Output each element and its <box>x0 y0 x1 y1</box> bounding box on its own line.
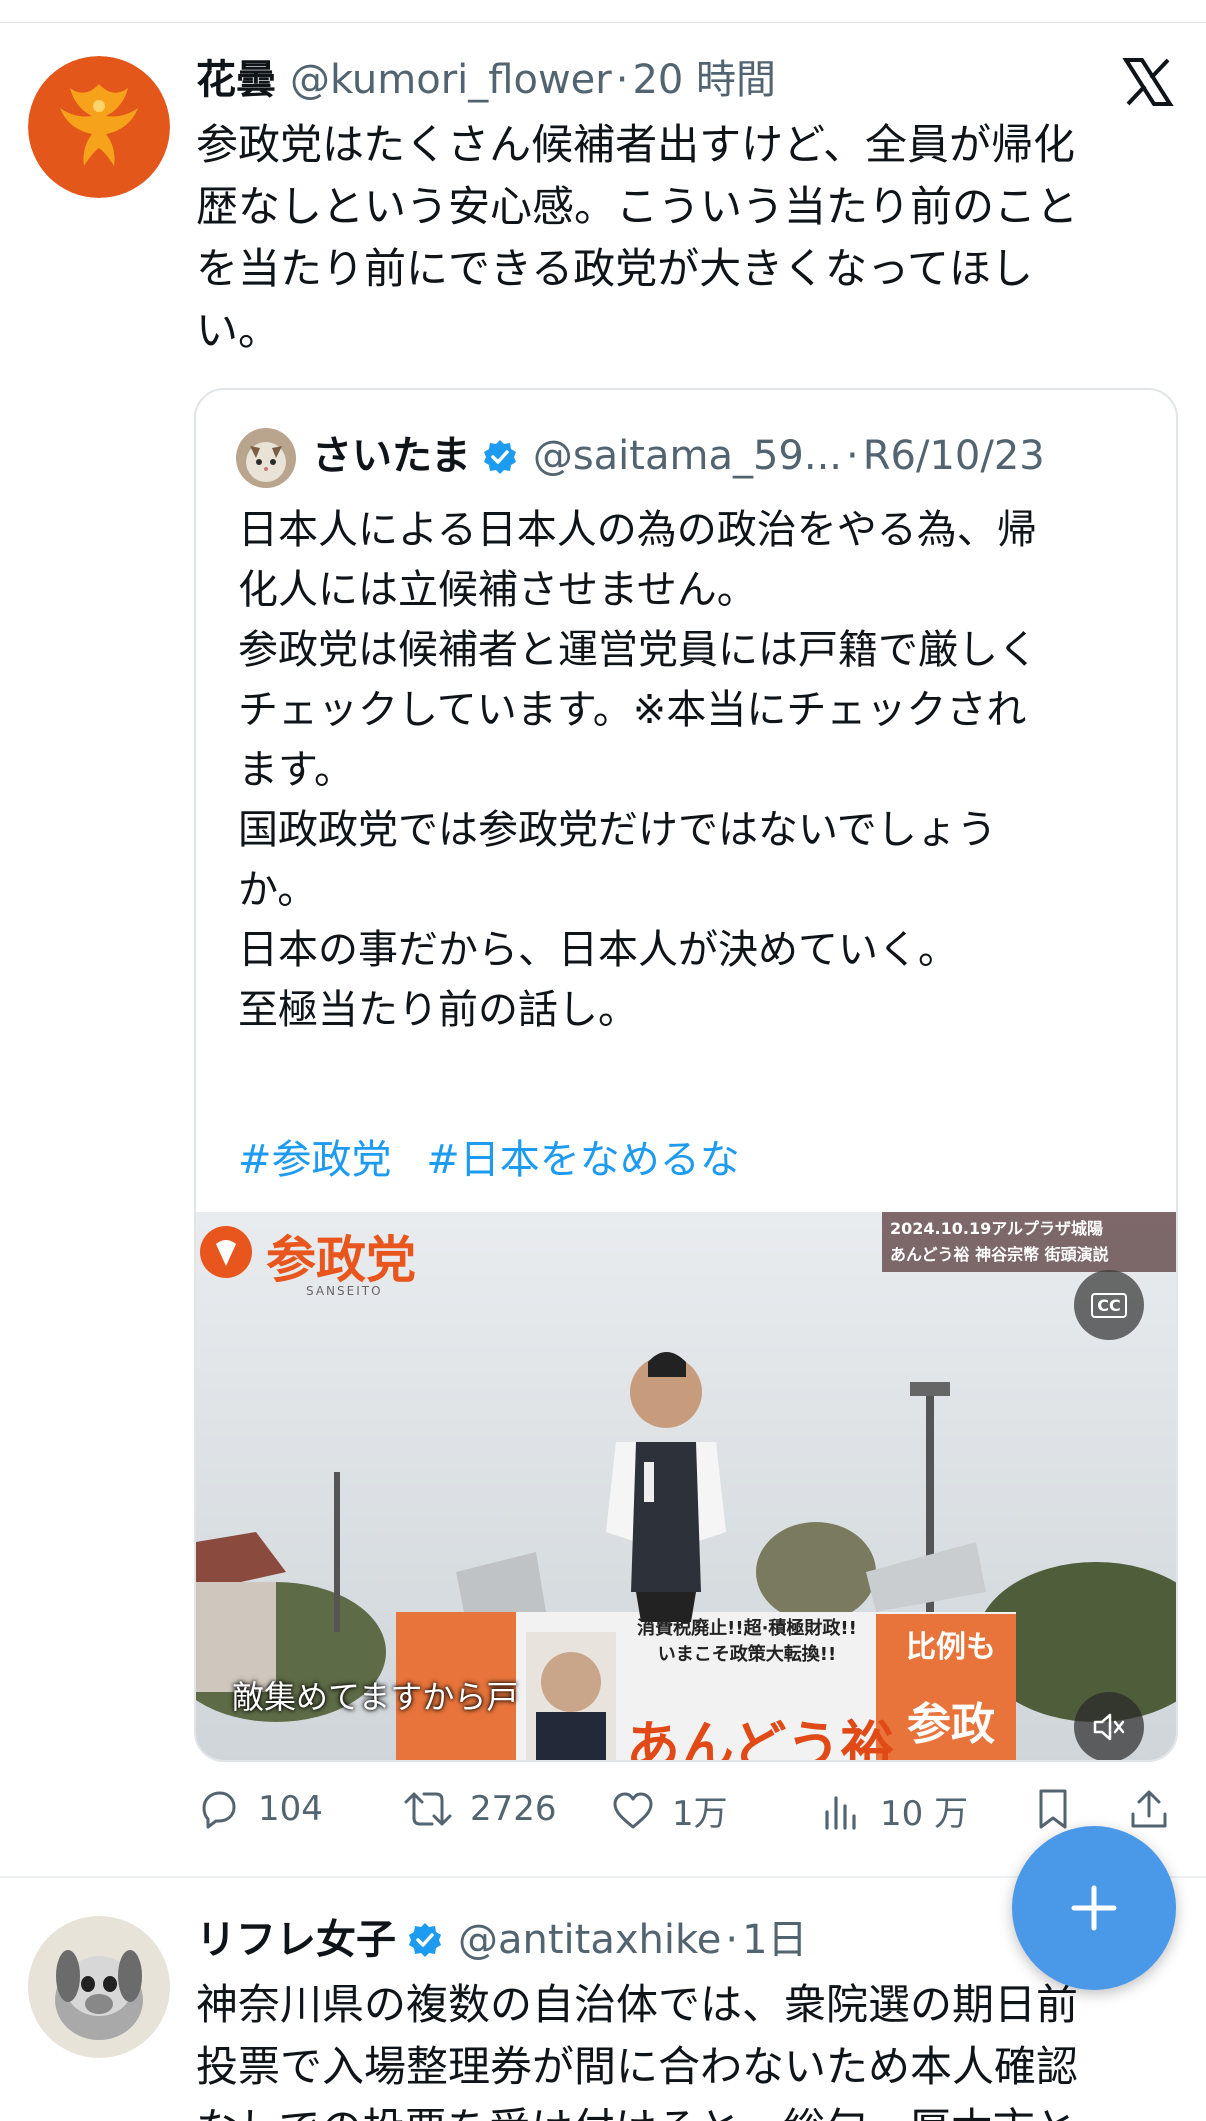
reply-count: 104 <box>258 1789 323 1829</box>
tweet-text: 参政党はたくさん候補者出すけど、全員が帰化 歴なしという安心感。こういう当たり前… <box>196 120 1079 355</box>
banner-line: 消費税廃止!!超·積極財政!! <box>637 1618 857 1639</box>
cc-label: CC <box>1091 1292 1127 1318</box>
hashtag-link[interactable]: #日本をなめるな <box>426 1137 740 1183</box>
tweet-text: 神奈川県の複数の自治体では、衆院選の期日前 投票で入場整理券が間に合わないため本… <box>196 1980 1079 2121</box>
views-button[interactable]: 10 万 <box>818 1786 968 1835</box>
banner-right-line: 比例も <box>906 1630 996 1665</box>
video-player[interactable]: 参政党 SANSEITO 2024.10.19アルプラザ城陽 あんどう裕 神谷宗… <box>196 1212 1176 1762</box>
share-icon <box>1131 1790 1167 1828</box>
hashtag-link[interactable]: #参政党 <box>238 1137 392 1183</box>
video-subtitle: 敵集めてますから戸 <box>232 1678 519 1716</box>
party-logo: 参政党 <box>266 1230 416 1289</box>
reply-button[interactable]: 104 <box>196 1786 323 1832</box>
banner-line: いまこそ政策大転換!! <box>657 1644 837 1665</box>
quote-user-handle[interactable]: @saitama_59... <box>533 430 842 482</box>
user-handle[interactable]: @antitaxhike <box>458 1916 721 1964</box>
compose-post-button[interactable] <box>1012 1826 1176 1990</box>
campaign-banner-text: 消費税廃止!!超·積極財政!! いまこそ政策大転換!! <box>622 1616 872 1668</box>
party-logo-subtext: SANSEITO <box>306 1284 383 1298</box>
bookmark-icon <box>1039 1789 1067 1829</box>
display-name[interactable]: 花曇 <box>196 56 276 104</box>
banner-right: 比例も 参政党 <box>896 1622 1006 1760</box>
user-handle[interactable]: @kumori_flower <box>290 56 612 104</box>
retweet-button[interactable]: 2726 <box>402 1786 557 1832</box>
verified-badge-icon <box>481 437 519 475</box>
quote-avatar[interactable] <box>236 428 296 488</box>
separator-dot: · <box>846 433 859 479</box>
banner-right-line: 参政党 <box>907 1699 995 1750</box>
tweet-action-bar: 104 2726 1万 10 万 <box>196 1786 1176 1846</box>
plus-icon <box>1071 1885 1117 1931</box>
avatar[interactable] <box>28 56 170 198</box>
tweet-card[interactable]: 花曇 @kumori_flower · 20 時間 参政党はたくさん候補者出すけ… <box>0 0 1206 1876</box>
quote-timestamp[interactable]: R6/10/23 <box>863 430 1045 482</box>
party-emblem-icon <box>200 1226 252 1278</box>
like-count: 1万 <box>672 1794 728 1834</box>
verified-badge-icon <box>406 1921 444 1959</box>
robot-dog-avatar-image <box>28 1916 170 2058</box>
share-button[interactable] <box>1126 1786 1188 1832</box>
retweet-count: 2726 <box>470 1789 557 1829</box>
retweet-icon <box>404 1792 452 1826</box>
timestamp[interactable]: 20 時間 <box>632 56 776 104</box>
hashtag-list: #参政党 #日本をなめるな <box>238 1130 762 1190</box>
speaker-muted-icon <box>1093 1713 1125 1741</box>
reply-icon <box>202 1791 236 1829</box>
phoenix-avatar-image <box>28 56 170 198</box>
view-count: 10 万 <box>880 1794 969 1834</box>
x-logo-icon[interactable] <box>1122 56 1174 108</box>
heart-icon <box>613 1792 653 1828</box>
avatar[interactable] <box>28 1916 170 2058</box>
quoted-tweet[interactable]: さいたま @saitama_59... · R6/10/23 日本人による日本人… <box>194 388 1178 1762</box>
overlay-line: あんどう裕 神谷宗幣 街頭演説 <box>890 1245 1109 1264</box>
analytics-icon <box>825 1795 856 1830</box>
separator-dot: · <box>725 1917 739 1963</box>
quote-display-name[interactable]: さいたま <box>312 430 471 482</box>
closed-captions-button[interactable]: CC <box>1074 1270 1144 1340</box>
bookmark-button[interactable] <box>1030 1786 1092 1832</box>
banner-candidate-name: あんどう裕 <box>626 1715 895 1762</box>
like-button[interactable]: 1万 <box>610 1786 728 1835</box>
separator-dot: · <box>615 57 629 103</box>
mute-button[interactable] <box>1074 1692 1144 1760</box>
quote-text: 日本人による日本人の為の政治をやる為、帰 化人には立候補させません。 参政党は候… <box>238 507 1038 1033</box>
cat-avatar-image <box>236 428 296 488</box>
tweet-header: リフレ女子 @antitaxhike · 1日 <box>196 1916 808 1964</box>
timestamp[interactable]: 1日 <box>742 1916 807 1964</box>
overlay-line: 2024.10.19アルプラザ城陽 <box>890 1219 1104 1238</box>
tweet-header: 花曇 @kumori_flower · 20 時間 <box>196 56 776 104</box>
display-name[interactable]: リフレ女子 <box>196 1916 396 1964</box>
quote-header: さいたま @saitama_59... · R6/10/23 <box>312 430 1045 482</box>
video-overlay-caption: 2024.10.19アルプラザ城陽 あんどう裕 神谷宗幣 街頭演説 <box>882 1212 1176 1272</box>
